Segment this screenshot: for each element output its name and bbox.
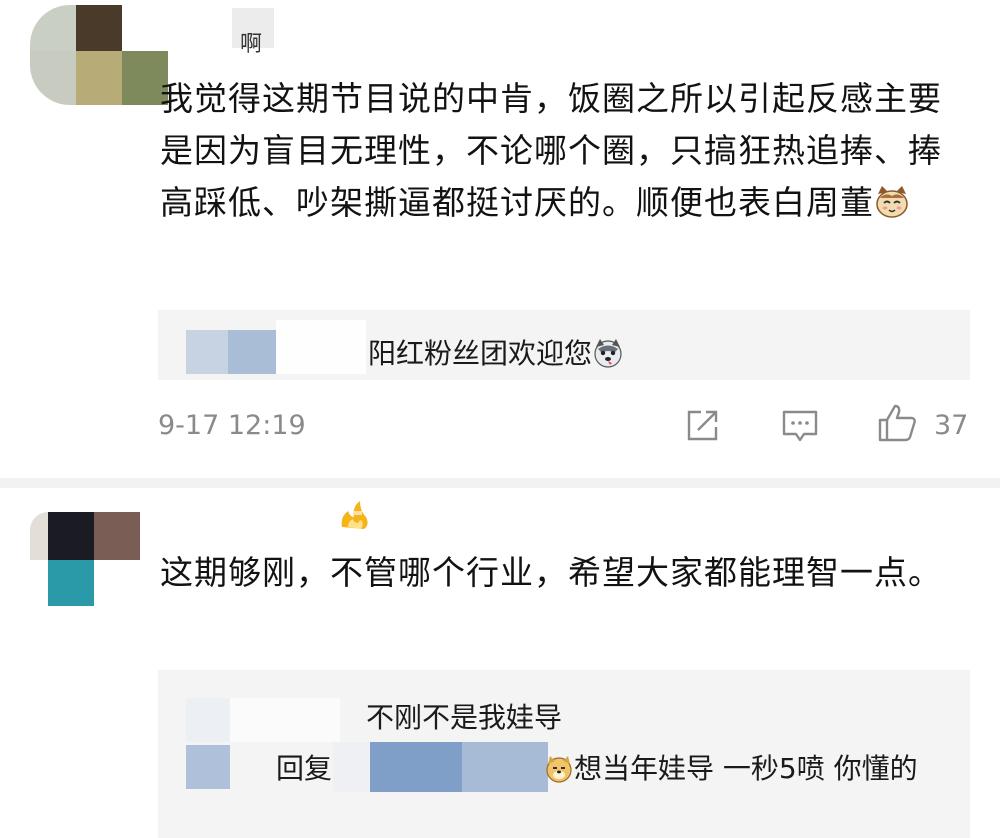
- avatar[interactable]: [30, 512, 140, 608]
- comment-text: 这期够刚，不管哪个行业，希望大家都能理智一点。: [160, 547, 970, 599]
- divider: [0, 478, 1000, 488]
- fire-badge-icon: [336, 497, 372, 533]
- reply-avatar-blur: [186, 698, 230, 742]
- share-icon[interactable]: [684, 406, 722, 444]
- cat-face-emoji: [874, 183, 910, 235]
- fan-name-blur: [276, 320, 366, 374]
- comment-body: 我觉得这期节目说的中肯，饭圈之所以引起反感主要是因为盲目无理性，不论哪个圈，只搞…: [160, 79, 942, 222]
- comment-text: 我觉得这期节目说的中肯，饭圈之所以引起反感主要是因为盲目无理性，不论哪个圈，只搞…: [160, 73, 970, 235]
- reply-target-blur-light: [333, 742, 373, 792]
- like-count: 37: [934, 410, 969, 441]
- username[interactable]: 啊: [240, 26, 262, 58]
- reply-target-blur-2: [462, 742, 548, 792]
- comment-icon[interactable]: [780, 406, 820, 446]
- fan-tag-text: 阳红粉丝团欢迎您: [368, 337, 593, 370]
- reply-prefix: 回复: [276, 752, 333, 785]
- reply-name-blur: [230, 698, 340, 742]
- thumbs-up-icon[interactable]: [876, 402, 918, 444]
- reply-2-text: 想当年娃导 一秒5喷 你懂的: [574, 752, 918, 785]
- comment-body: 这期够刚，不管哪个行业，希望大家都能理智一点。: [160, 553, 942, 592]
- doge-emoji: [544, 754, 574, 792]
- replies-box[interactable]: 不刚不是我娃导 回复 想当年娃导 一秒5喷 你懂的: [158, 670, 970, 838]
- reply-avatar-blur: [186, 745, 230, 789]
- reply-1-text: 不刚不是我娃导: [366, 701, 563, 734]
- husky-dog-emoji: [592, 337, 624, 377]
- avatar[interactable]: [30, 5, 168, 115]
- timestamp: 9-17 12:19: [158, 410, 306, 441]
- username-blur: [160, 506, 340, 532]
- fan-group-box[interactable]: 阳红粉丝团欢迎您: [158, 310, 970, 380]
- fan-avatar-blur-light: [186, 330, 228, 374]
- reply-target-blur: [370, 742, 462, 792]
